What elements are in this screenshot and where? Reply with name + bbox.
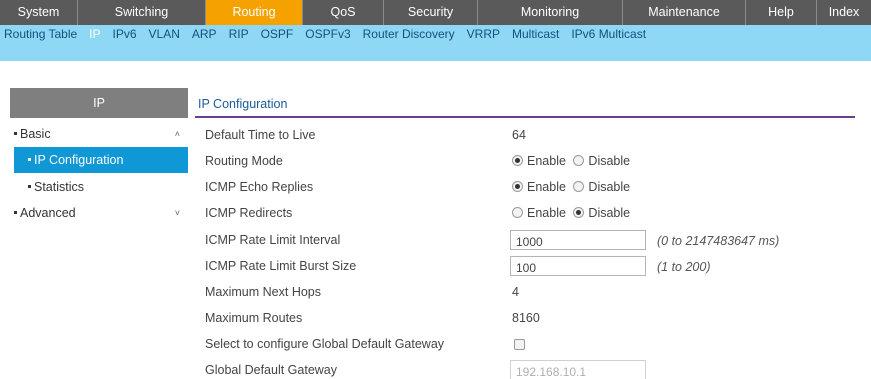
field-label: Maximum Routes [205,311,303,325]
subnav-ip[interactable]: IP [89,27,100,41]
sidebar-item-label: Statistics [34,180,85,194]
radio-label: Enable [527,206,566,220]
sidebar-item-ip-configuration[interactable]: IP Configuration [14,147,188,173]
bullet-icon [28,184,31,188]
field-default-ttl: Default Time to Live 64 [205,122,855,148]
subnav-vlan[interactable]: VLAN [149,27,180,41]
field-maximum-routes: Maximum Routes 8160 [205,305,855,331]
sub-navigation: Routing Table IP IPv6 VLAN ARP RIP OSPF … [0,25,871,61]
bullet-icon [14,210,17,214]
tab-index[interactable]: Index [817,0,871,25]
sidebar-item-label: Basic [20,127,51,141]
subnav-routing-table[interactable]: Routing Table [4,27,77,41]
field-maximum-next-hops: Maximum Next Hops 4 [205,279,855,305]
field-value: 8160 [512,311,540,325]
field-value: 64 [512,128,526,142]
field-label: ICMP Rate Limit Burst Size [205,259,357,273]
tab-qos[interactable]: QoS [303,0,384,25]
page-title: IP Configuration [198,97,288,111]
tab-system[interactable]: System [0,0,78,25]
sidebar-item-label: IP Configuration [34,153,124,167]
icmp-echo-enable-radio[interactable] [512,181,523,192]
chevron-down-icon: ˅ [174,208,180,218]
subnav-ospf[interactable]: OSPF [261,27,294,41]
subnav-router-discovery[interactable]: Router Discovery [363,27,455,41]
field-hint: (1 to 200) [657,260,711,274]
field-label: ICMP Echo Replies [205,180,314,194]
rate-limit-interval-input[interactable] [510,230,646,250]
title-divider [195,116,855,118]
routing-mode-disable-radio[interactable] [573,155,585,166]
subnav-vrrp[interactable]: VRRP [467,27,500,41]
field-routing-mode: Routing Mode Enable Disable [205,148,855,174]
sidebar-item-advanced[interactable]: Advanced ˅ [10,200,188,226]
field-global-gateway-select: Select to configure Global Default Gatew… [205,331,855,357]
subnav-ospfv3[interactable]: OSPFv3 [305,27,350,41]
subnav-rip[interactable]: RIP [229,27,249,41]
tab-routing[interactable]: Routing [206,0,303,25]
bullet-icon [14,131,17,135]
radio-label: Disable [588,206,631,220]
top-navigation: System Switching Routing QoS Security Mo… [0,0,871,25]
chevron-up-icon: ˄ [174,129,180,139]
tab-help[interactable]: Help [746,0,817,25]
radio-label: Enable [527,154,566,168]
field-icmp-rate-limit-interval: ICMP Rate Limit Interval (0 to 214748364… [205,227,855,253]
global-gateway-checkbox[interactable] [514,339,525,350]
field-icmp-echo-replies: ICMP Echo Replies Enable Disable [205,174,855,200]
tab-switching[interactable]: Switching [78,0,206,25]
icmp-redirects-enable-radio[interactable] [512,207,523,218]
field-label: ICMP Redirects [205,206,293,220]
field-label: Global Default Gateway [205,363,338,377]
radio-group: Enable Disable [512,180,634,194]
routing-mode-enable-radio[interactable] [512,155,523,166]
rate-limit-burst-input[interactable] [510,256,646,276]
tab-maintenance[interactable]: Maintenance [623,0,746,25]
icmp-redirects-disable-radio[interactable] [573,207,585,218]
subnav-arp[interactable]: ARP [192,27,217,41]
field-global-default-gateway: Global Default Gateway [205,357,855,379]
sidebar-item-label: Advanced [20,206,76,220]
sidebar-item-statistics[interactable]: Statistics [10,174,188,200]
radio-group: Enable Disable [512,206,634,220]
tab-security[interactable]: Security [384,0,478,25]
field-label: Routing Mode [205,154,283,168]
field-icmp-redirects: ICMP Redirects Enable Disable [205,200,855,226]
radio-group: Enable Disable [512,154,634,168]
global-gateway-input[interactable] [510,360,646,379]
sub-navigation-row: Routing Table IP IPv6 VLAN ARP RIP OSPF … [0,25,871,42]
subnav-ipv6-multicast[interactable]: IPv6 Multicast [571,27,646,41]
subnav-ipv6[interactable]: IPv6 [113,27,137,41]
field-label: Maximum Next Hops [205,285,321,299]
tab-monitoring[interactable]: Monitoring [478,0,623,25]
field-label: Default Time to Live [205,128,316,142]
field-label: ICMP Rate Limit Interval [205,233,341,247]
radio-label: Enable [527,180,566,194]
field-value: 4 [512,285,519,299]
icmp-echo-disable-radio[interactable] [573,181,585,192]
radio-label: Disable [588,154,631,168]
sidebar-item-basic[interactable]: Basic ˄ [10,121,188,147]
sidebar-header: IP [10,88,188,118]
bullet-icon [28,157,31,161]
field-label: Select to configure Global Default Gatew… [205,337,445,351]
radio-label: Disable [588,180,631,194]
field-icmp-rate-limit-burst: ICMP Rate Limit Burst Size (1 to 200) [205,253,855,279]
field-hint: (0 to 2147483647 ms) [657,234,780,248]
subnav-multicast[interactable]: Multicast [512,27,559,41]
